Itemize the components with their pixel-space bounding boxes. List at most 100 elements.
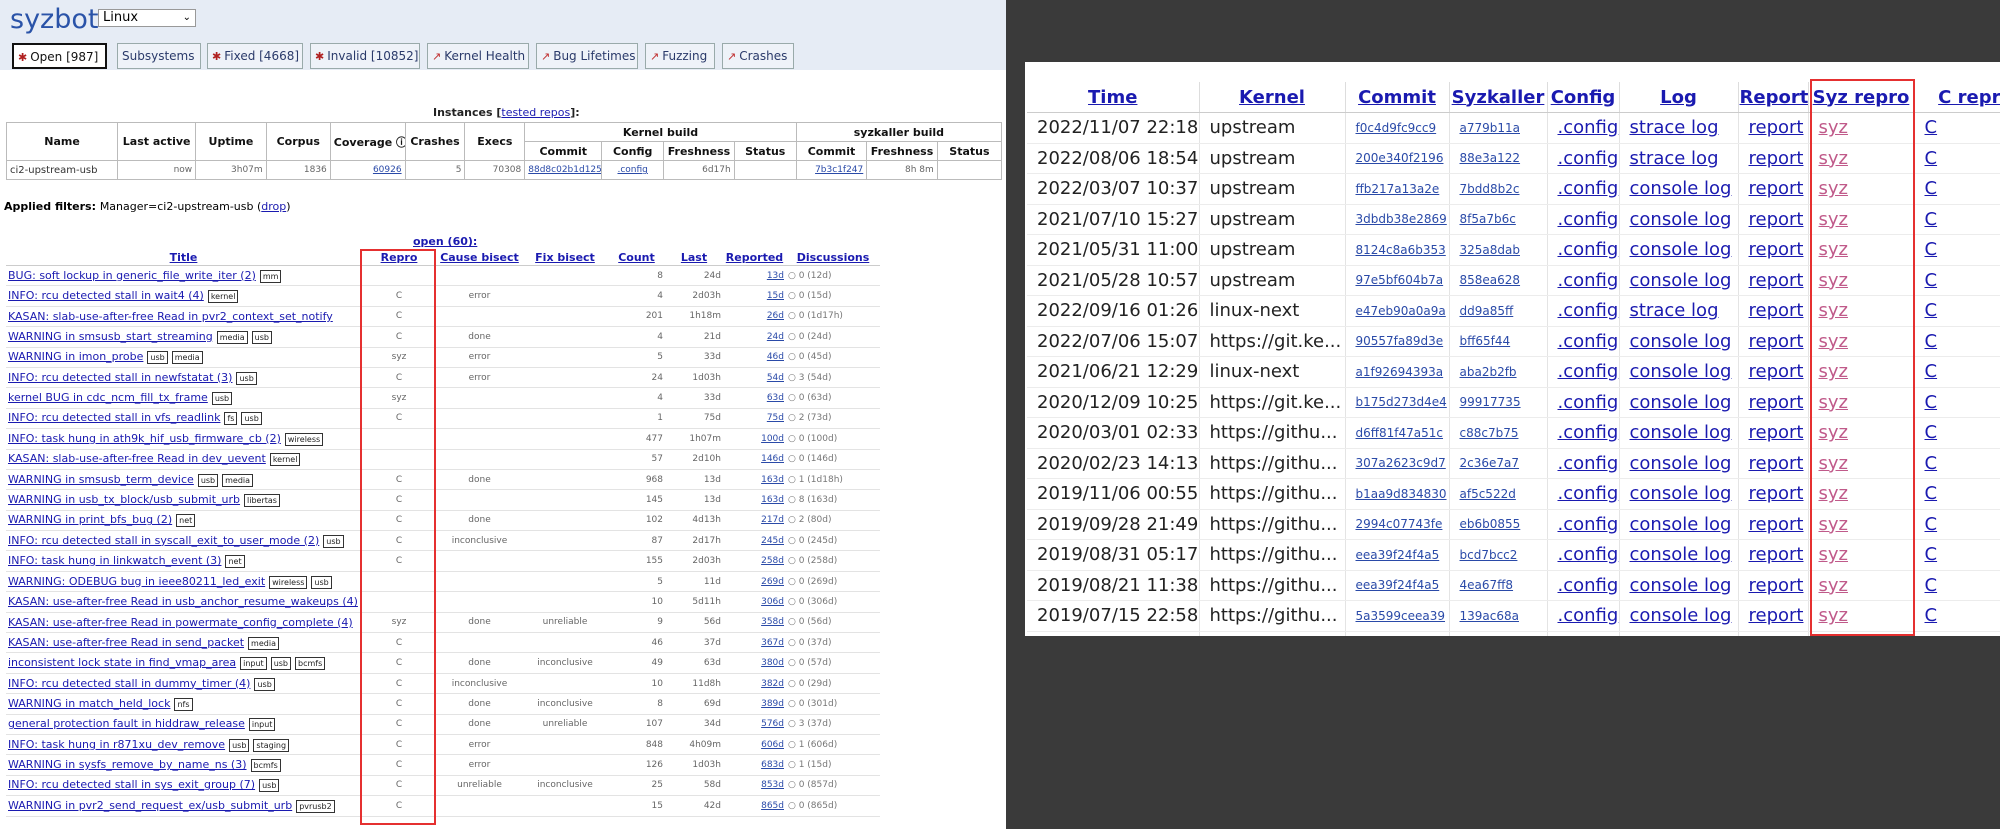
subsystem-label[interactable]: wireless <box>269 575 308 589</box>
crash-syz-repro-link[interactable]: syz <box>1808 387 1915 418</box>
bug-title-link[interactable]: kernel BUG in cdc_ncm_fill_tx_frame <box>8 391 208 404</box>
col-commit[interactable]: Commit <box>1345 82 1450 113</box>
bug-reported-link[interactable]: 245d <box>723 530 786 552</box>
col-fix-bisect[interactable]: Fix bisect <box>522 250 608 266</box>
bug-title-cell[interactable]: KASAN: use-after-free Read in send_packe… <box>6 632 361 654</box>
crash-commit-link[interactable]: 8ab774587903 <box>1345 631 1450 636</box>
bug-title-cell[interactable]: WARNING in sysfs_remove_by_name_ns (3) bc… <box>6 754 361 776</box>
bug-title-cell[interactable]: WARNING in print_bfs_bug (2) net <box>6 510 361 532</box>
subsystem-label[interactable]: usb <box>241 412 262 426</box>
subsystem-label[interactable]: usb <box>197 473 219 487</box>
bug-reported-link[interactable]: 683d <box>723 754 786 776</box>
col-discussions[interactable]: Discussions <box>786 250 880 266</box>
crash-syz-repro-link[interactable]: syz <box>1808 509 1915 540</box>
bug-title-link[interactable]: WARNING in usb_tx_block/usb_submit_urb <box>8 493 240 506</box>
bug-title-cell[interactable]: WARNING in imon_probe usb media <box>6 347 361 368</box>
crash-config-link[interactable]: .config <box>1547 387 1620 418</box>
crash-log-link[interactable]: console log <box>1619 234 1739 266</box>
crash-commit-link[interactable]: f0c4d9fc9cc9 <box>1345 112 1450 144</box>
subsystem-label[interactable]: media <box>216 330 248 344</box>
bug-title-link[interactable]: WARNING in pvr2_send_request_ex/usb_subm… <box>8 799 292 812</box>
bug-reported-link[interactable]: 606d <box>723 734 786 756</box>
crash-log-link[interactable]: console log <box>1619 539 1739 571</box>
col-time[interactable]: Time <box>1027 82 1200 113</box>
subsystem-label[interactable]: usb <box>311 575 332 589</box>
subsystem-label[interactable]: pvrusb2 <box>296 799 335 813</box>
col-kernel[interactable]: Kernel <box>1199 82 1346 113</box>
crash-c-repro-link[interactable]: C <box>1914 478 2000 510</box>
crash-log-link[interactable]: console log <box>1619 173 1739 205</box>
crash-log-link[interactable]: console log <box>1619 478 1739 510</box>
crash-syz-repro-link[interactable]: syz <box>1808 356 1915 388</box>
crash-config-link[interactable]: .config <box>1547 448 1620 479</box>
crash-syzkaller-link[interactable]: af5c522d <box>1449 478 1548 510</box>
bug-reported-link[interactable]: 217d <box>723 510 786 532</box>
crash-report-link[interactable]: report <box>1738 448 1809 479</box>
crash-config-link[interactable]: .config <box>1547 234 1620 266</box>
crash-syz-repro-link[interactable]: syz <box>1808 631 1915 636</box>
col-count[interactable]: Count <box>608 250 665 266</box>
crash-config-link[interactable]: .config <box>1547 539 1620 571</box>
subsystem-label[interactable]: usb <box>254 677 275 691</box>
crash-config-link[interactable]: .config <box>1547 631 1620 636</box>
col-reported[interactable]: Reported <box>723 250 786 266</box>
crash-config-link[interactable]: .config <box>1547 326 1620 357</box>
subsystem-label[interactable]: net <box>225 555 245 569</box>
syzbot-logo[interactable]: syzbot <box>10 4 98 35</box>
crash-syz-repro-link[interactable]: syz <box>1808 448 1915 479</box>
crash-log-link[interactable]: console log <box>1619 204 1739 235</box>
col-c-repro[interactable]: C repro <box>1914 82 2000 113</box>
tab-crashes[interactable]: ↗ Crashes <box>722 43 794 69</box>
crash-c-repro-link[interactable]: C <box>1914 234 2000 266</box>
col-last[interactable]: Last <box>665 250 723 266</box>
subsystem-label[interactable]: usb <box>270 657 292 671</box>
bug-title-link[interactable]: KASAN: use-after-free Read in powermate_… <box>8 616 353 629</box>
tab-fixed[interactable]: ✱ Fixed [4668] <box>207 43 303 69</box>
crash-commit-link[interactable]: eea39f24f4a5 <box>1345 570 1450 601</box>
col-title[interactable]: Title <box>6 250 361 266</box>
crash-syzkaller-link[interactable]: eb6b0855 <box>1449 509 1548 540</box>
crash-config-link[interactable]: .config <box>1547 356 1620 388</box>
bug-title-cell[interactable]: INFO: rcu detected stall in newfstatat (… <box>6 367 361 389</box>
bug-title-cell[interactable]: INFO: rcu detected stall in dummy_timer … <box>6 673 361 695</box>
tab-invalid[interactable]: ✱ Invalid [10852] <box>310 43 420 69</box>
crash-log-link[interactable]: console log <box>1619 509 1739 540</box>
crash-syz-repro-link[interactable]: syz <box>1808 143 1915 174</box>
open-bugs-heading[interactable]: open (60): <box>413 235 477 248</box>
crash-c-repro-link[interactable]: C <box>1914 295 2000 327</box>
bug-reported-link[interactable]: 15d <box>723 285 786 307</box>
crash-log-link[interactable]: strace log <box>1619 112 1739 144</box>
bug-reported-link[interactable]: 46d <box>723 347 786 368</box>
bug-reported-link[interactable]: 269d <box>723 571 786 593</box>
bug-reported-link[interactable]: 100d <box>723 428 786 450</box>
crash-syz-repro-link[interactable]: syz <box>1808 112 1915 144</box>
crash-commit-link[interactable]: eea39f24f4a5 <box>1345 539 1450 571</box>
crash-report-link[interactable]: report <box>1738 478 1809 510</box>
bug-title-link[interactable]: general protection fault in hiddraw_rele… <box>8 717 245 730</box>
tab-fuzzing[interactable]: ↗ Fuzzing <box>645 43 715 69</box>
bug-title-link[interactable]: WARNING in match_held_lock <box>8 697 170 710</box>
subsystem-label[interactable]: staging <box>253 738 290 752</box>
bug-title-link[interactable]: INFO: rcu detected stall in syscall_exit… <box>8 534 319 547</box>
crash-report-link[interactable]: report <box>1738 112 1809 144</box>
crash-commit-link[interactable]: 90557fa89d3e <box>1345 326 1450 357</box>
bug-title-link[interactable]: INFO: task hung in r871xu_dev_remove <box>8 738 225 751</box>
crash-syzkaller-link[interactable]: 139ac68a <box>1449 600 1548 632</box>
bug-reported-link[interactable]: 13d <box>723 265 786 287</box>
crash-commit-link[interactable]: b1aa9d834830 <box>1345 478 1450 510</box>
subsystem-label[interactable]: media <box>248 636 279 650</box>
col-config[interactable]: Config <box>1547 82 1620 113</box>
subsystem-label[interactable]: kernel <box>269 453 301 467</box>
crash-config-link[interactable]: .config <box>1547 570 1620 601</box>
crash-syz-repro-link[interactable]: syz <box>1808 326 1915 357</box>
crash-commit-link[interactable]: e47eb90a0a9a <box>1345 295 1450 327</box>
crash-syzkaller-link[interactable]: 600426bd <box>1449 631 1548 636</box>
tab-bug-lifetimes[interactable]: ↗ Bug Lifetimes <box>536 43 638 69</box>
crash-syz-repro-link[interactable]: syz <box>1808 600 1915 632</box>
bug-reported-link[interactable]: 865d <box>723 795 786 817</box>
subsystem-label[interactable]: media <box>171 351 203 365</box>
bug-title-link[interactable]: WARNING: ODEBUG bug in ieee80211_led_exi… <box>8 575 265 588</box>
crash-report-link[interactable]: report <box>1738 326 1809 357</box>
crash-commit-link[interactable]: b175d273d4e4 <box>1345 387 1450 418</box>
crash-syz-repro-link[interactable]: syz <box>1808 539 1915 571</box>
